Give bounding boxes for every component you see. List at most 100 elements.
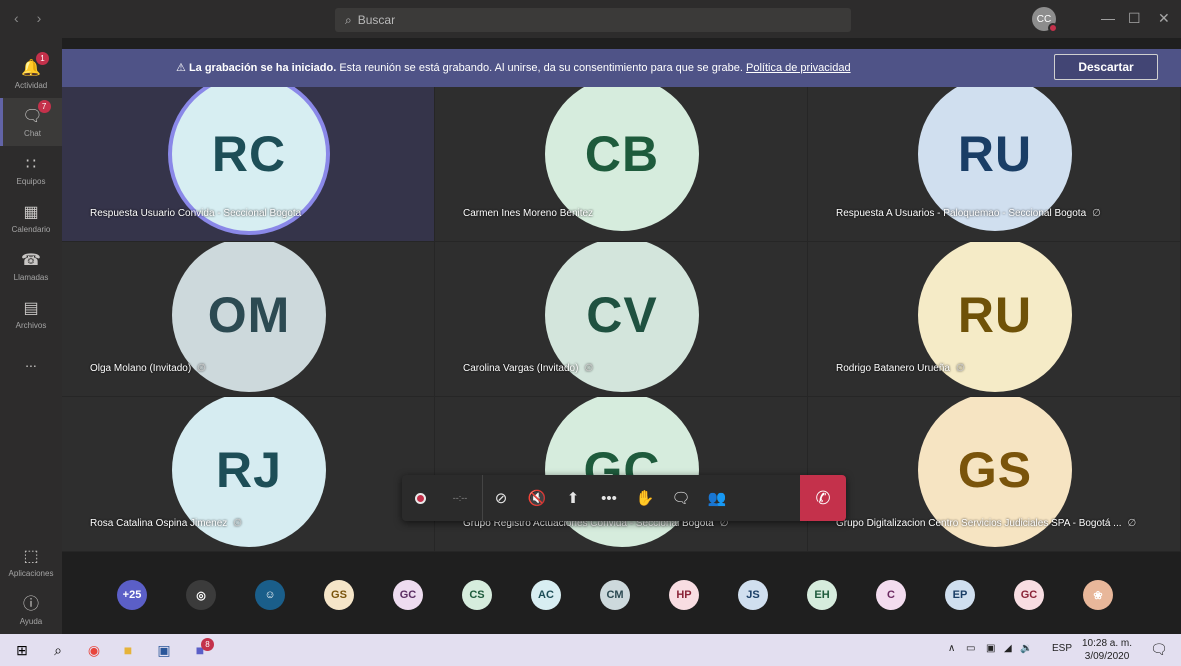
teams-taskbar-icon[interactable]: ■ 8 <box>190 638 214 660</box>
notifications-icon[interactable]: 🗨 <box>1150 641 1168 658</box>
participant-name-text: Carmen Ines Moreno Benitez <box>463 208 594 219</box>
participants-icon: 👥 <box>707 490 727 507</box>
rail-label: Calendario <box>11 225 51 234</box>
participant-tile[interactable]: CB Carmen Ines Moreno Benitez <box>435 87 808 242</box>
participant-initials: RJ <box>216 442 282 498</box>
clock-time: 10:28 a. m. <box>1082 638 1133 649</box>
hang-up-button[interactable]: ✆ <box>800 475 846 521</box>
participant-name-text: Rodrigo Batanero Urueña <box>836 363 950 374</box>
battery-icon[interactable]: ▭ <box>966 643 975 654</box>
rail-label: Chat <box>24 129 41 138</box>
warning-icon: ⚠ <box>176 62 186 74</box>
file-explorer-icon[interactable]: ■ <box>118 640 138 660</box>
participant-name: Grupo Digitalizacion Centro Servicios Ju… <box>836 518 1136 529</box>
chat-icon: 🗨 7 <box>22 100 51 126</box>
rail-label: Equipos <box>16 177 46 186</box>
mic-off-icon: ∅ <box>233 518 243 529</box>
participant-tile[interactable]: RC Respuesta Usuario Convida - Seccional … <box>62 87 435 242</box>
search-input[interactable]: ⌕ Buscar <box>335 8 851 32</box>
participant-bubble[interactable]: AC <box>531 580 561 610</box>
participant-bubble[interactable]: CS <box>462 580 492 610</box>
participant-initials: OM <box>207 287 291 343</box>
share-screen-icon: ⬆ <box>566 490 580 507</box>
mic-off-icon: ∅ <box>1127 518 1137 529</box>
mic-off-icon: ∅ <box>584 363 594 374</box>
more-actions-button[interactable]: ••• <box>591 475 627 521</box>
search-icon[interactable]: ⌕ <box>48 640 68 660</box>
rail-item-more[interactable]: ... <box>0 338 62 386</box>
participant-bubble-initials: AC <box>538 589 554 601</box>
back-arrow-icon[interactable]: ‹ <box>14 10 19 26</box>
network-icon[interactable]: ▣ <box>986 643 995 654</box>
wifi-icon[interactable]: ◢ <box>1004 643 1012 654</box>
privacy-policy-link[interactable]: Política de privacidad <box>746 62 851 74</box>
participant-bubble[interactable]: C <box>876 580 906 610</box>
forward-arrow-icon[interactable]: › <box>37 10 42 26</box>
participant-tile[interactable]: RU Rodrigo Batanero Urueña ∅ <box>808 242 1181 397</box>
title-bar: ‹ › ⌕ Buscar CC — ☐ ✕ <box>0 0 1181 38</box>
participant-name: Carolina Vargas (Invitado) ∅ <box>463 363 593 374</box>
chevron-up-icon[interactable]: ∧ <box>948 643 955 654</box>
close-icon[interactable]: ✕ <box>1158 10 1170 27</box>
participant-bubble[interactable]: GC <box>393 580 423 610</box>
language-indicator[interactable]: ESP <box>1052 643 1072 654</box>
rail-item-apps[interactable]: ⬚ Aplicaciones <box>0 538 62 586</box>
participant-bubble-initials: GS <box>331 589 347 601</box>
word-icon[interactable]: ▣ <box>154 640 174 660</box>
participant-bubble[interactable]: EP <box>945 580 975 610</box>
recording-notice-text: ⚠ La grabación se ha iniciado. Esta reun… <box>176 61 851 74</box>
mute-button[interactable]: 🔇 <box>519 475 555 521</box>
participant-bubble[interactable]: CM <box>600 580 630 610</box>
rail-item-llamadas[interactable]: ☎ Llamadas <box>0 242 62 290</box>
rail-label: Ayuda <box>19 617 43 626</box>
participant-bubble[interactable]: GS <box>324 580 354 610</box>
windows-start-icon[interactable]: ⊞ <box>12 640 32 660</box>
group-photo-icon[interactable]: ❀ <box>1083 580 1113 610</box>
rail-label: Actividad <box>14 81 48 90</box>
participant-tile[interactable]: OM Olga Molano (Invitado) ∅ <box>62 242 435 397</box>
rail-item-calendario[interactable]: ▦ Calendario <box>0 194 62 242</box>
participant-name-text: Grupo Digitalizacion Centro Servicios Ju… <box>836 518 1122 529</box>
activity-badge: 1 <box>35 52 49 65</box>
rail-item-equipos[interactable]: ∷ Equipos <box>0 146 62 194</box>
windows-taskbar: ⊞ ⌕ ◉ ■ ▣ ■ 8 ∧ ▭ ▣ ◢ 🔉 ESP 10:28 a. m. 3… <box>0 634 1181 666</box>
participant-bubble[interactable]: HP <box>669 580 699 610</box>
seal-icon[interactable]: ◎ <box>186 580 216 610</box>
participant-name-text: Carolina Vargas (Invitado) <box>463 363 579 374</box>
participant-name: Rosa Catalina Ospina Jimenez ∅ <box>90 518 242 529</box>
raise-hand-button[interactable]: ✋ <box>627 475 663 521</box>
rail-item-help[interactable]: ⓘ Ayuda <box>0 584 62 632</box>
participant-tile[interactable]: GS Grupo Digitalizacion Centro Servicios … <box>808 397 1181 552</box>
user-avatar[interactable]: CC <box>1032 7 1058 33</box>
rail-item-archivos[interactable]: ▤ Archivos <box>0 290 62 338</box>
participants-button[interactable]: 👥 <box>699 475 735 521</box>
participant-name-text: Respuesta A Usuarios - Paloquemao - Secc… <box>836 208 1087 219</box>
clock[interactable]: 10:28 a. m. 3/09/2020 <box>1082 637 1132 663</box>
participant-bubble[interactable]: +25 <box>117 580 147 610</box>
apps-icon: ⬚ <box>23 548 39 565</box>
participant-tile[interactable]: RU Respuesta A Usuarios - Paloquemao - Se… <box>808 87 1181 242</box>
share-button[interactable]: ⬆ <box>555 475 591 521</box>
files-icon: ▤ <box>23 300 39 317</box>
volume-icon[interactable]: 🔉 <box>1020 643 1032 654</box>
minimize-icon[interactable]: — <box>1101 10 1115 26</box>
recording-notice: ⚠ La grabación se ha iniciado. Esta reun… <box>62 49 1181 87</box>
user-initials: CC <box>1036 13 1052 25</box>
rail-item-chat[interactable]: 🗨 7 Chat <box>0 98 62 146</box>
participant-name: Olga Molano (Invitado) ∅ <box>90 363 206 374</box>
camera-off-button[interactable]: ⊘ <box>483 475 519 521</box>
hand-icon: ✋ <box>635 490 655 507</box>
discard-button[interactable]: Descartar <box>1054 54 1158 80</box>
rail-item-actividad[interactable]: 🔔 1 Actividad <box>0 50 62 98</box>
chat-button[interactable]: 🗨 <box>663 475 699 521</box>
participant-bubble[interactable]: JS <box>738 580 768 610</box>
cartoon-avatar-icon[interactable]: ☺ <box>255 580 285 610</box>
teams-icon: ∷ <box>25 156 37 173</box>
participant-tile[interactable]: CV Carolina Vargas (Invitado) ∅ <box>435 242 808 397</box>
participant-tile[interactable]: RJ Rosa Catalina Ospina Jimenez ∅ <box>62 397 435 552</box>
maximize-icon[interactable]: ☐ <box>1128 10 1141 27</box>
chrome-icon[interactable]: ◉ <box>84 640 104 660</box>
participant-bubble[interactable]: EH <box>807 580 837 610</box>
participant-bubble[interactable]: GC <box>1014 580 1044 610</box>
calendar-icon: ▦ <box>23 204 39 221</box>
